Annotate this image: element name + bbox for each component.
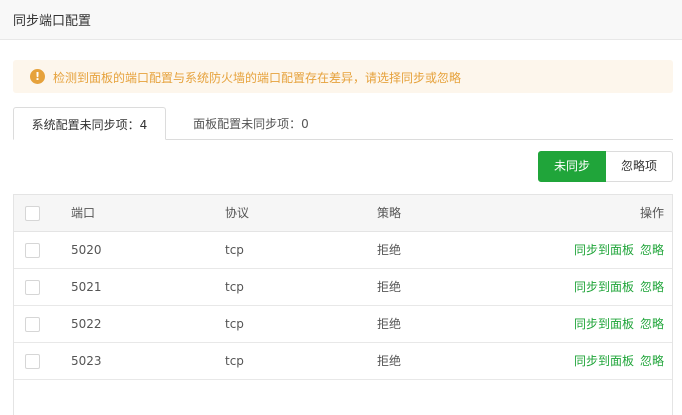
row-actions: 同步到面板 忽略 (574, 232, 664, 269)
unsynced-filter-button[interactable]: 未同步 (538, 151, 606, 182)
tab-system-unsynced[interactable]: 系统配置未同步项：4 (13, 107, 166, 140)
policy-cell: 拒绝 (377, 317, 402, 331)
row-checkbox[interactable] (25, 354, 40, 369)
protocol-cell: tcp (225, 243, 244, 257)
sync-to-panel-link[interactable]: 同步到面板 (574, 280, 634, 294)
ignored-filter-button[interactable]: 忽略项 (606, 151, 673, 182)
dialog-titlebar: 同步端口配置 (0, 0, 682, 40)
sync-to-panel-link[interactable]: 同步到面板 (574, 354, 634, 368)
column-header-protocol: 协议 (225, 206, 250, 220)
table-row: 5020 tcp 拒绝 同步到面板 忽略 (14, 232, 672, 269)
protocol-cell: tcp (225, 317, 244, 331)
row-actions: 同步到面板 忽略 (574, 306, 664, 343)
row-checkbox[interactable] (25, 280, 40, 295)
ignore-link[interactable]: 忽略 (640, 317, 664, 331)
policy-cell: 拒绝 (377, 280, 402, 294)
port-cell: 5021 (71, 280, 102, 294)
row-actions: 同步到面板 忽略 (574, 343, 664, 380)
table-row: 5022 tcp 拒绝 同步到面板 忽略 (14, 306, 672, 343)
row-actions: 同步到面板 忽略 (574, 269, 664, 306)
row-checkbox[interactable] (25, 243, 40, 258)
column-header-policy: 策略 (377, 206, 402, 220)
sync-tabs: 系统配置未同步项：4 面板配置未同步项：0 (13, 107, 673, 140)
tab-panel-unsynced[interactable]: 面板配置未同步项：0 (166, 107, 336, 140)
table-row: 5023 tcp 拒绝 同步到面板 忽略 (14, 343, 672, 380)
port-cell: 5020 (71, 243, 102, 257)
policy-cell: 拒绝 (377, 354, 402, 368)
port-table: 端口 协议 策略 操作 5020 tcp 拒绝 同步到面板 忽略 5021 tcp… (13, 194, 673, 415)
dialog-title: 同步端口配置 (13, 14, 92, 29)
row-checkbox[interactable] (25, 317, 40, 332)
ignore-link[interactable]: 忽略 (640, 280, 664, 294)
sync-to-panel-link[interactable]: 同步到面板 (574, 243, 634, 257)
protocol-cell: tcp (225, 280, 244, 294)
warning-icon: ! (30, 69, 45, 84)
sync-to-panel-link[interactable]: 同步到面板 (574, 317, 634, 331)
table-row: 5021 tcp 拒绝 同步到面板 忽略 (14, 269, 672, 306)
column-header-port: 端口 (71, 206, 96, 220)
protocol-cell: tcp (225, 354, 244, 368)
table-header: 端口 协议 策略 操作 (14, 195, 672, 232)
port-cell: 5022 (71, 317, 102, 331)
warning-alert: ! 检测到面板的端口配置与系统防火墙的端口配置存在差异，请选择同步或忽略 (13, 60, 673, 93)
select-all-checkbox[interactable] (25, 206, 40, 221)
policy-cell: 拒绝 (377, 243, 402, 257)
alert-message: 检测到面板的端口配置与系统防火墙的端口配置存在差异，请选择同步或忽略 (53, 71, 462, 85)
port-cell: 5023 (71, 354, 102, 368)
column-header-actions: 操作 (639, 206, 664, 220)
ignore-link[interactable]: 忽略 (640, 354, 664, 368)
ignore-link[interactable]: 忽略 (640, 243, 664, 257)
